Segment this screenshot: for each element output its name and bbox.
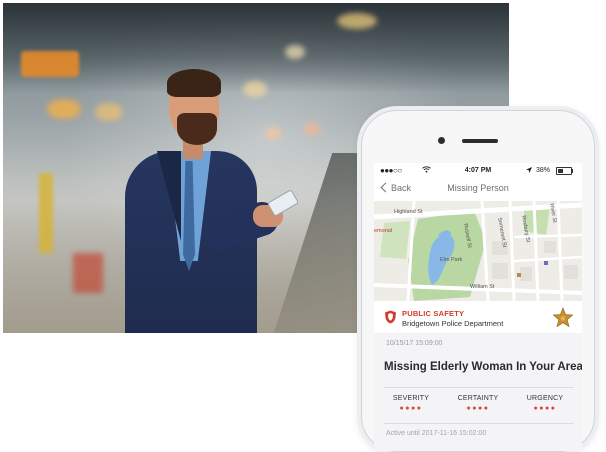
metric-dots: ●●●●: [466, 405, 490, 412]
bokeh-light: [95, 103, 123, 121]
location-arrow-icon: [526, 166, 532, 175]
phone-screen: ●●●○○ 4:07 PM 38% Back Missing Person Hi…: [374, 163, 582, 451]
red-sign: [73, 253, 103, 293]
battery-icon: [556, 167, 573, 175]
held-phone: [266, 189, 300, 217]
hair: [167, 69, 221, 97]
battery-percent: 38%: [536, 167, 551, 174]
metric-severity: SEVERITY ●●●●: [376, 395, 446, 412]
alert-details: 10/15/17 15:09:00 Missing Elderly Woman …: [374, 333, 582, 451]
bokeh-light: [337, 13, 377, 29]
man-with-phone: [121, 69, 301, 333]
departure-sign: [21, 51, 79, 77]
status-bar: ●●●○○ 4:07 PM 38%: [374, 163, 582, 179]
shield-icon: [385, 310, 396, 324]
bokeh-light: [285, 45, 305, 59]
alert-headline: Missing Elderly Woman In Your Area: [384, 361, 582, 373]
front-camera: [438, 137, 445, 144]
divider: [384, 423, 574, 424]
metric-urgency: URGENCY ●●●●: [510, 395, 580, 412]
beard: [177, 113, 217, 145]
bokeh-light: [47, 99, 81, 119]
map-label-elm-park: Elm Park: [440, 257, 463, 263]
alert-department: Bridgetown Police Department: [402, 319, 504, 328]
metric-label: URGENCY: [526, 395, 564, 402]
alert-category: PUBLIC SAFETY: [402, 309, 465, 318]
sheriff-star-icon: [552, 307, 574, 328]
location-map[interactable]: Highland St emonal Elm Park Russell St S…: [374, 201, 582, 301]
metric-certainty: CERTAINTY ●●●●: [443, 395, 513, 412]
nav-bar: Back Missing Person: [374, 179, 582, 201]
battery-fill: [558, 169, 563, 173]
clock: 4:07 PM: [464, 167, 492, 174]
map-label-highland: Highland St: [394, 209, 423, 215]
alert-source: PUBLIC SAFETY Bridgetown Police Departme…: [374, 301, 582, 333]
divider: [384, 387, 574, 388]
map-label-memorial: emonal: [374, 228, 393, 234]
metric-label: CERTAINTY: [457, 395, 499, 402]
alert-timestamp: 10/15/17 15:09:00: [386, 340, 443, 347]
yellow-post: [39, 173, 53, 253]
phone-mockup: ●●●○○ 4:07 PM 38% Back Missing Person Hi…: [361, 110, 595, 452]
battery-tip: [572, 169, 573, 173]
bokeh-light: [303, 123, 321, 135]
metric-dots: ●●●●: [533, 405, 557, 412]
metric-dots: ●●●●: [399, 405, 423, 412]
nav-title: Missing Person: [447, 183, 509, 193]
earpiece-speaker: [462, 139, 498, 143]
map-label-william: William St: [470, 284, 495, 290]
metric-label: SEVERITY: [392, 395, 430, 402]
